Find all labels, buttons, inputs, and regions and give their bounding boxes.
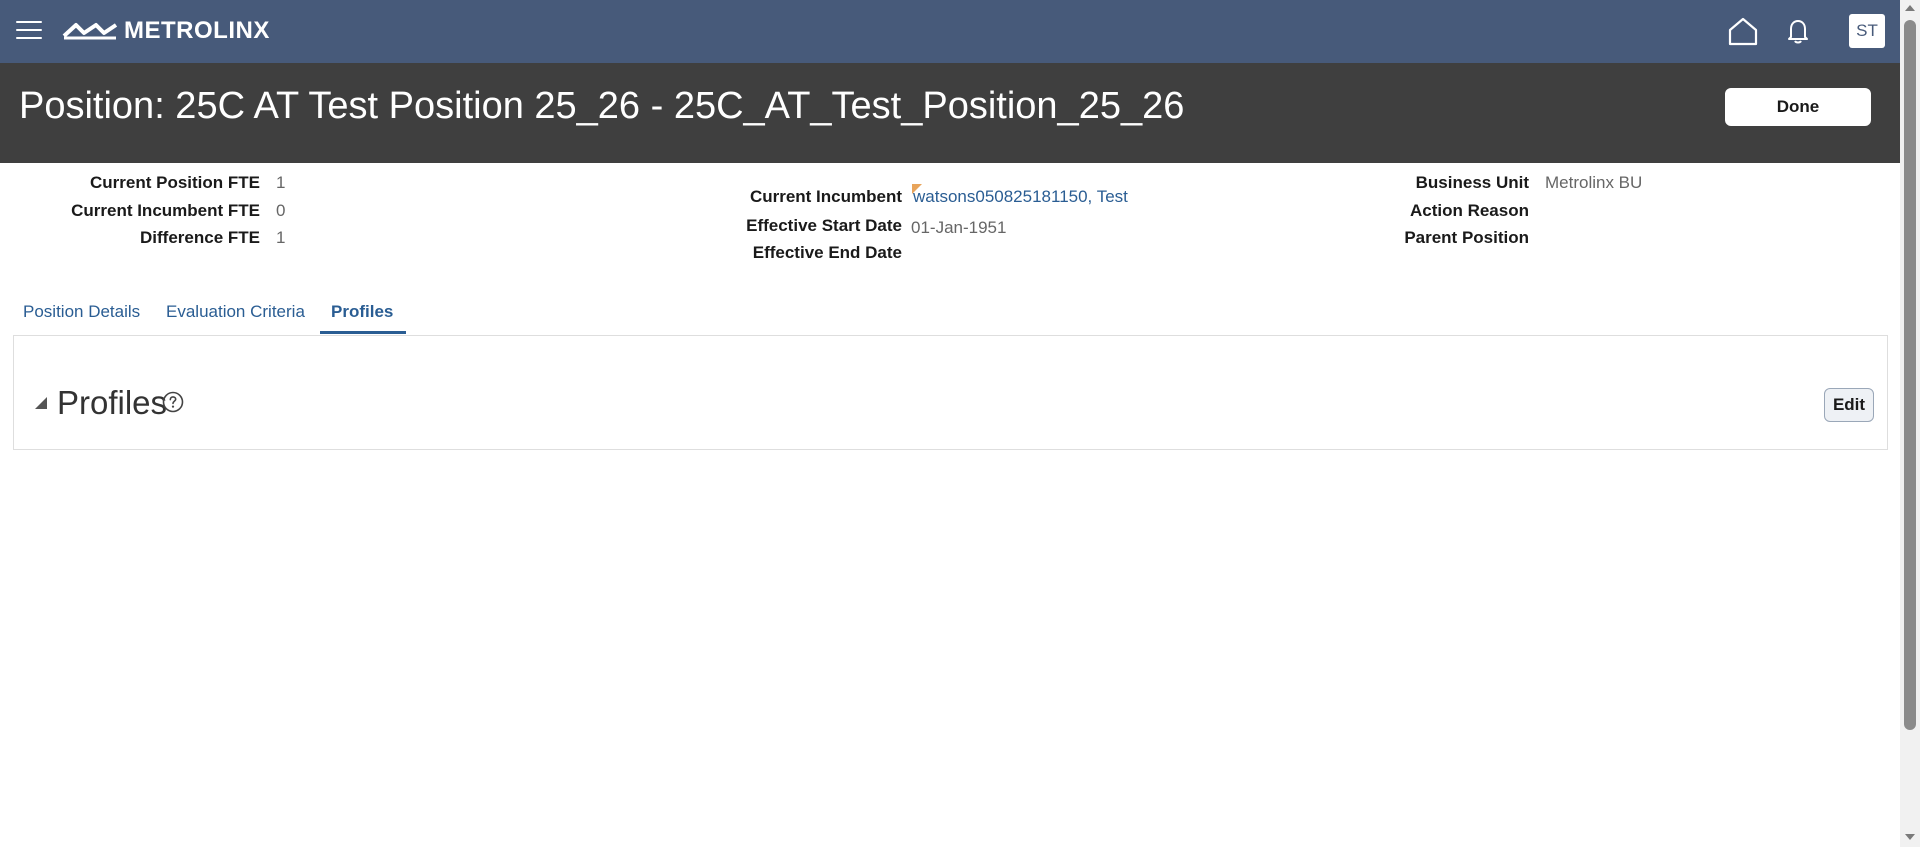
business-unit-label: Business Unit — [1415, 173, 1529, 192]
menu-icon[interactable] — [16, 21, 42, 41]
help-icon[interactable] — [162, 391, 184, 413]
effective-end-date-label: Effective End Date — [752, 243, 902, 262]
tab-position-details[interactable]: Position Details — [23, 302, 140, 322]
parent-position-label: Parent Position — [1404, 228, 1529, 247]
vertical-scrollbar[interactable] — [1900, 0, 1920, 847]
logo-text: METROLINX — [124, 17, 270, 44]
done-button[interactable]: Done — [1725, 88, 1871, 126]
page-title-bar: Position: 25C AT Test Position 25_26 - 2… — [0, 63, 1900, 163]
profiles-panel: Profiles Edit — [13, 335, 1888, 450]
metrolinx-logo-mark-icon — [62, 23, 118, 40]
business-unit-value: Metrolinx BU — [1545, 173, 1643, 192]
difference-fte-value: 1 — [276, 228, 286, 247]
tab-evaluation-criteria[interactable]: Evaluation Criteria — [166, 302, 305, 322]
action-reason-label: Action Reason — [1409, 201, 1529, 220]
scrollbar-thumb[interactable] — [1904, 20, 1916, 730]
current-incumbent-label: Current Incumbent — [749, 187, 902, 206]
current-incumbent-link[interactable]: watsons050825181150, Test — [913, 187, 1128, 207]
profiles-section-title: Profiles — [57, 384, 168, 421]
edit-button[interactable]: Edit — [1824, 388, 1874, 422]
current-position-fte-value: 1 — [276, 173, 286, 192]
current-position-fte-label: Current Position FTE — [90, 173, 260, 192]
current-incumbent-fte-value: 0 — [276, 201, 286, 220]
scroll-up-arrow-icon[interactable] — [1905, 5, 1915, 11]
current-incumbent-fte-label: Current Incumbent FTE — [71, 201, 260, 220]
collapse-triangle-icon[interactable] — [35, 397, 47, 409]
metrolinx-logo[interactable]: METROLINX — [62, 17, 270, 45]
avatar[interactable]: ST — [1849, 14, 1885, 48]
home-icon[interactable] — [1727, 16, 1759, 46]
scroll-down-arrow-icon[interactable] — [1905, 834, 1915, 840]
difference-fte-label: Difference FTE — [140, 228, 260, 247]
bell-icon[interactable] — [1783, 16, 1813, 46]
top-nav-bar: METROLINX ST — [0, 0, 1900, 63]
active-tab-indicator — [320, 331, 406, 334]
page-title: Position: 25C AT Test Position 25_26 - 2… — [19, 85, 1185, 127]
effective-start-date-label: Effective Start Date — [746, 216, 902, 235]
tab-profiles[interactable]: Profiles — [331, 302, 393, 322]
effective-start-date-value: 01-Jan-1951 — [911, 218, 1007, 237]
